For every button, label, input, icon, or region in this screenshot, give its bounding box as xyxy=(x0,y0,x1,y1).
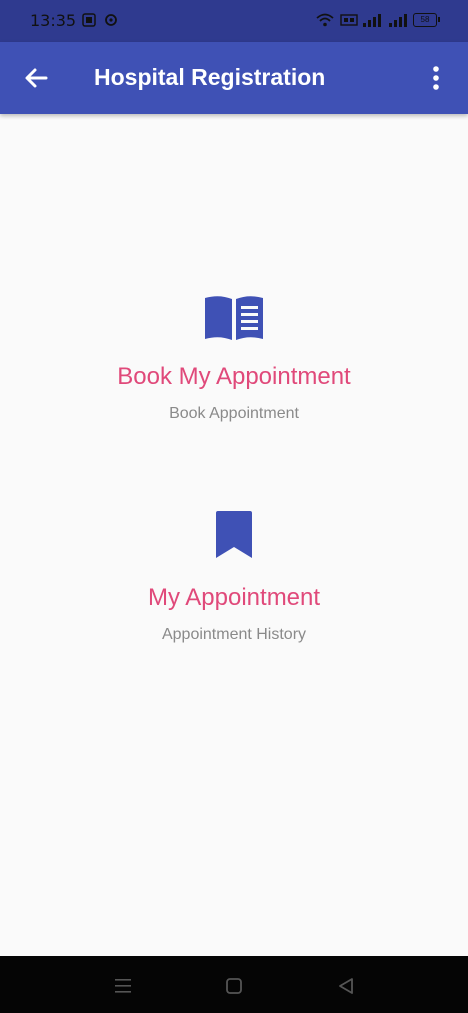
app-bar: Hospital Registration xyxy=(0,42,468,114)
back-nav-icon[interactable] xyxy=(334,974,358,998)
menu-nav-icon[interactable] xyxy=(111,974,135,998)
battery-icon: 58 xyxy=(413,13,437,27)
status-bar: 13:35 58 xyxy=(0,0,468,42)
system-nav-bar xyxy=(0,956,468,1013)
signal-icon-2 xyxy=(389,14,407,27)
my-appointment-card[interactable]: My Appointment Appointment History xyxy=(34,509,434,645)
book-appointment-title: Book My Appointment xyxy=(117,363,351,390)
battery-tip xyxy=(438,17,440,22)
signal-icon-1 xyxy=(363,14,381,27)
my-appointment-title: My Appointment xyxy=(147,584,321,611)
home-nav-icon[interactable] xyxy=(222,974,246,998)
volte-icon xyxy=(340,14,358,26)
book-appointment-subtitle: Book Appointment xyxy=(169,405,299,422)
status-time: 13:35 xyxy=(30,11,77,30)
open-book-icon xyxy=(205,296,263,340)
book-appointment-card[interactable]: Book My Appointment Book Appointment xyxy=(34,294,434,424)
wifi-icon xyxy=(316,13,334,27)
sync-icon xyxy=(105,14,117,26)
page-title: Hospital Registration xyxy=(94,64,326,90)
battery-level: 58 xyxy=(420,15,430,24)
my-appointment-subtitle: Appointment History xyxy=(161,626,307,643)
bookmark-icon xyxy=(216,511,252,558)
more-options-icon[interactable] xyxy=(424,64,448,92)
back-arrow-icon[interactable] xyxy=(20,62,52,94)
sim-card-icon xyxy=(82,13,96,27)
